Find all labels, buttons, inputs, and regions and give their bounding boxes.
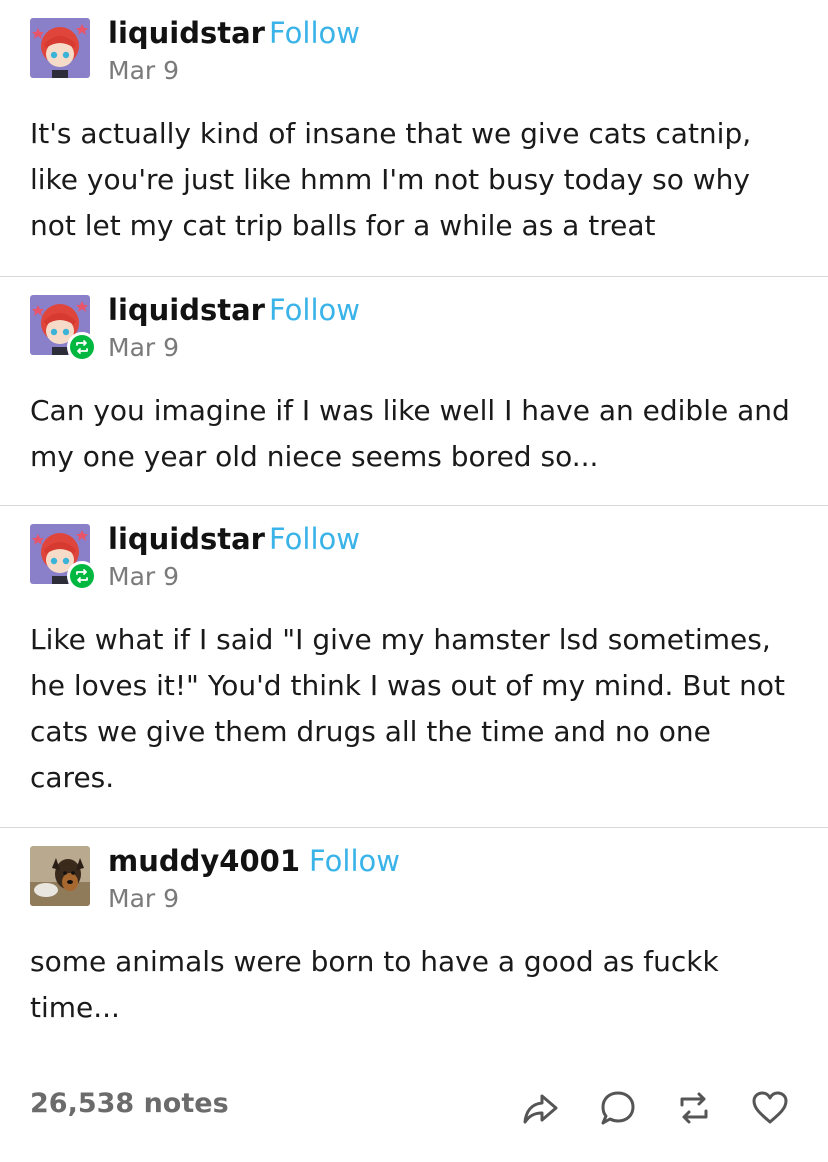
follow-button[interactable]: Follow [309, 844, 400, 878]
post-text: Like what if I said "I give my hamster l… [30, 623, 785, 794]
follow-button[interactable]: Follow [269, 16, 360, 50]
notes-count[interactable]: 26,538 notes [30, 1088, 229, 1119]
post-date[interactable]: Mar 9 [108, 56, 179, 85]
post-text: It's actually kind of insane that we giv… [30, 117, 752, 242]
follow-button[interactable]: Follow [269, 293, 360, 327]
username[interactable]: liquidstar [108, 522, 265, 556]
post-1: liquidstar Follow Mar 9 It's actually ki… [0, 0, 828, 276]
avatar-image [30, 18, 90, 78]
reblog-icon[interactable] [674, 1088, 714, 1128]
avatar[interactable] [30, 18, 90, 78]
post-4: muddy4001 Follow Mar 9 some animals were… [0, 828, 828, 1078]
post-date[interactable]: Mar 9 [108, 333, 179, 362]
like-icon[interactable] [750, 1088, 790, 1128]
follow-button[interactable]: Follow [269, 522, 360, 556]
reblog-badge-icon [67, 561, 97, 591]
share-icon[interactable] [520, 1088, 560, 1128]
post-text: some animals were born to have a good as… [30, 945, 719, 1024]
username[interactable]: liquidstar [108, 293, 265, 327]
reply-icon[interactable] [598, 1088, 638, 1128]
post-date[interactable]: Mar 9 [108, 562, 179, 591]
post-text: Can you imagine if I was like well I hav… [30, 394, 790, 473]
username[interactable]: muddy4001 [108, 844, 300, 878]
avatar[interactable] [30, 846, 90, 906]
post-3: liquidstar Follow Mar 9 Like what if I s… [0, 506, 828, 827]
username[interactable]: liquidstar [108, 16, 265, 50]
post-date[interactable]: Mar 9 [108, 884, 179, 913]
avatar-image [30, 846, 90, 906]
post-2: liquidstar Follow Mar 9 Can you imagine … [0, 277, 828, 505]
reblog-badge-icon [67, 332, 97, 362]
